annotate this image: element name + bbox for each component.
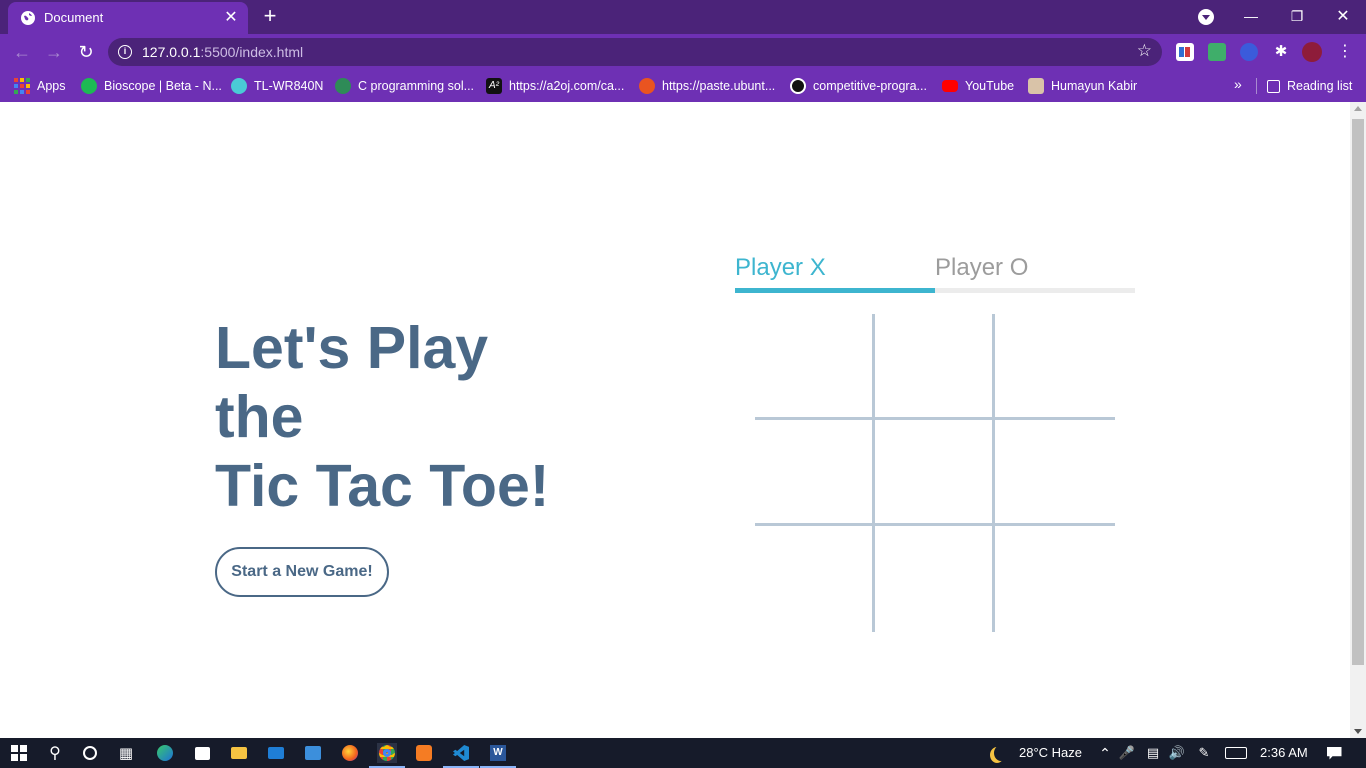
ubuntu-icon <box>639 78 655 94</box>
bookmark-c-programming[interactable]: C programming sol... <box>335 77 474 95</box>
board-cell-1[interactable] <box>755 314 875 420</box>
player-x-tab[interactable]: Player X <box>735 254 826 282</box>
board-cell-3[interactable] <box>995 314 1115 420</box>
windows-taskbar: ⚲ ▦ W 28°C Haze ⌃ 🎤 ▤ 🔊 ✎ 2:36 AM <box>0 738 1366 768</box>
globe-icon <box>21 11 35 25</box>
extension-icon-1[interactable] <box>1176 43 1194 61</box>
cortana-icon[interactable] <box>80 743 100 763</box>
bookmark-tplink[interactable]: TL-WR840N <box>231 77 323 95</box>
mail-extension-icon[interactable] <box>1208 43 1226 61</box>
word-icon[interactable]: W <box>480 743 516 768</box>
reading-list-button[interactable]: Reading list <box>1267 77 1352 95</box>
restore-icon[interactable]: ❐ <box>1274 0 1320 32</box>
player-o-tab[interactable]: Player O <box>935 254 1028 282</box>
more-bookmarks-chevron-icon[interactable]: » <box>1234 76 1242 92</box>
bookmark-github[interactable]: competitive-progra... <box>790 77 927 95</box>
notifications-icon[interactable] <box>1324 743 1344 763</box>
headline-line-3: Tic Tac Toe! <box>215 453 550 519</box>
minimize-icon[interactable]: — <box>1228 0 1274 32</box>
board-cell-2[interactable] <box>875 314 995 420</box>
pen-icon[interactable]: ✎ <box>1194 743 1214 763</box>
store-icon[interactable] <box>192 743 212 763</box>
weather-moon-icon[interactable] <box>988 743 1008 763</box>
headline-line-1: Let's Play <box>215 315 489 381</box>
grid-line-horizontal-1 <box>755 417 1115 420</box>
start-new-game-button[interactable]: Start a New Game! <box>215 547 389 597</box>
board-cell-5[interactable] <box>875 420 995 526</box>
web-page: Let's Play the Tic Tac Toe! Start a New … <box>0 102 1350 738</box>
reload-icon[interactable]: ↻ <box>72 38 100 66</box>
board-cell-7[interactable] <box>755 526 875 632</box>
browser-title-bar: Document ✕ + — ❐ ✕ <box>0 0 1366 34</box>
board-cell-8[interactable] <box>875 526 995 632</box>
grid-line-vertical-2 <box>992 314 995 632</box>
bookmarks-bar: Apps Bioscope | Beta - N... TL-WR840N C … <box>0 70 1366 102</box>
weather-text[interactable]: 28°C Haze <box>1019 745 1082 760</box>
scroll-down-arrow-icon[interactable] <box>1354 729 1362 734</box>
site-info-icon[interactable]: i <box>118 45 132 59</box>
c-programming-icon <box>335 78 351 94</box>
browser-tab-active[interactable]: Document ✕ <box>8 2 248 34</box>
page-headline: Let's Play the Tic Tac Toe! <box>215 314 549 521</box>
grid-line-horizontal-2 <box>755 523 1115 526</box>
firefox-icon[interactable] <box>340 743 360 763</box>
new-tab-button[interactable]: + <box>258 5 282 29</box>
youtube-icon <box>942 80 958 92</box>
chrome-icon[interactable] <box>369 743 405 768</box>
a2oj-icon: A² <box>486 78 502 94</box>
scroll-up-arrow-icon[interactable] <box>1354 106 1362 111</box>
circle-extension-icon[interactable] <box>1240 43 1258 61</box>
close-window-icon[interactable]: ✕ <box>1320 0 1366 32</box>
edge-icon[interactable] <box>155 743 175 763</box>
task-view-icon[interactable]: ▦ <box>116 743 136 763</box>
keyboard-icon[interactable] <box>1224 743 1248 763</box>
search-icon[interactable]: ⚲ <box>45 743 65 763</box>
file-explorer-icon[interactable] <box>229 743 249 763</box>
bookmark-apps[interactable]: Apps <box>14 77 66 95</box>
url-text: 127.0.0.1:5500/index.html <box>142 44 304 60</box>
tab-search-icon[interactable] <box>1198 9 1214 25</box>
bookmark-bioscope[interactable]: Bioscope | Beta - N... <box>81 77 222 95</box>
bookmark-a2oj[interactable]: A² https://a2oj.com/ca... <box>486 77 624 95</box>
scrollbar-thumb[interactable] <box>1352 119 1364 665</box>
address-bar[interactable]: i 127.0.0.1:5500/index.html ☆ <box>108 38 1162 66</box>
github-icon <box>790 78 806 94</box>
bookmark-star-icon[interactable]: ☆ <box>1137 41 1152 61</box>
show-hidden-icons-chevron-icon[interactable]: ⌃ <box>1095 743 1115 763</box>
close-tab-icon[interactable]: ✕ <box>220 6 242 28</box>
bookmark-youtube[interactable]: YouTube <box>942 77 1014 95</box>
back-arrow-icon[interactable]: ← <box>8 38 36 66</box>
board-cell-9[interactable] <box>995 526 1115 632</box>
menu-dots-icon[interactable]: ⋮ <box>1336 43 1354 61</box>
profile-avatar[interactable] <box>1302 42 1322 62</box>
windows-start-icon[interactable] <box>9 743 29 763</box>
headline-line-2: the <box>215 384 304 450</box>
clock-time[interactable]: 2:36 AM <box>1260 745 1308 760</box>
mail-icon[interactable] <box>266 743 286 763</box>
extensions-puzzle-icon[interactable]: ✱ <box>1272 43 1290 61</box>
tic-tac-toe-board <box>755 314 1115 632</box>
outlook-icon[interactable] <box>303 743 323 763</box>
bookmarks-divider <box>1256 78 1257 94</box>
network-icon[interactable]: ▤ <box>1143 743 1163 763</box>
board-cell-4[interactable] <box>755 420 875 526</box>
bookmark-ubuntu-paste[interactable]: https://paste.ubunt... <box>639 77 775 95</box>
bookmark-humayun-kabir[interactable]: Humayun Kabir <box>1028 77 1137 95</box>
xampp-icon[interactable] <box>414 743 434 763</box>
microphone-icon[interactable]: 🎤 <box>1117 743 1137 763</box>
board-cell-6[interactable] <box>995 420 1115 526</box>
page-scrollbar[interactable] <box>1350 102 1366 738</box>
reading-list-icon <box>1267 79 1280 93</box>
bioscope-icon <box>81 78 97 94</box>
browser-toolbar: ← → ↻ i 127.0.0.1:5500/index.html ☆ ✱ ⋮ <box>0 34 1366 70</box>
forward-arrow-icon[interactable]: → <box>40 38 68 66</box>
tplink-icon <box>231 78 247 94</box>
apps-grid-icon <box>14 78 30 94</box>
active-player-indicator <box>735 288 935 293</box>
vscode-icon[interactable] <box>443 743 479 768</box>
grid-line-vertical-1 <box>872 314 875 632</box>
profile-photo-icon <box>1028 78 1044 94</box>
volume-icon[interactable]: 🔊 <box>1167 743 1187 763</box>
tab-title: Document <box>44 10 104 25</box>
